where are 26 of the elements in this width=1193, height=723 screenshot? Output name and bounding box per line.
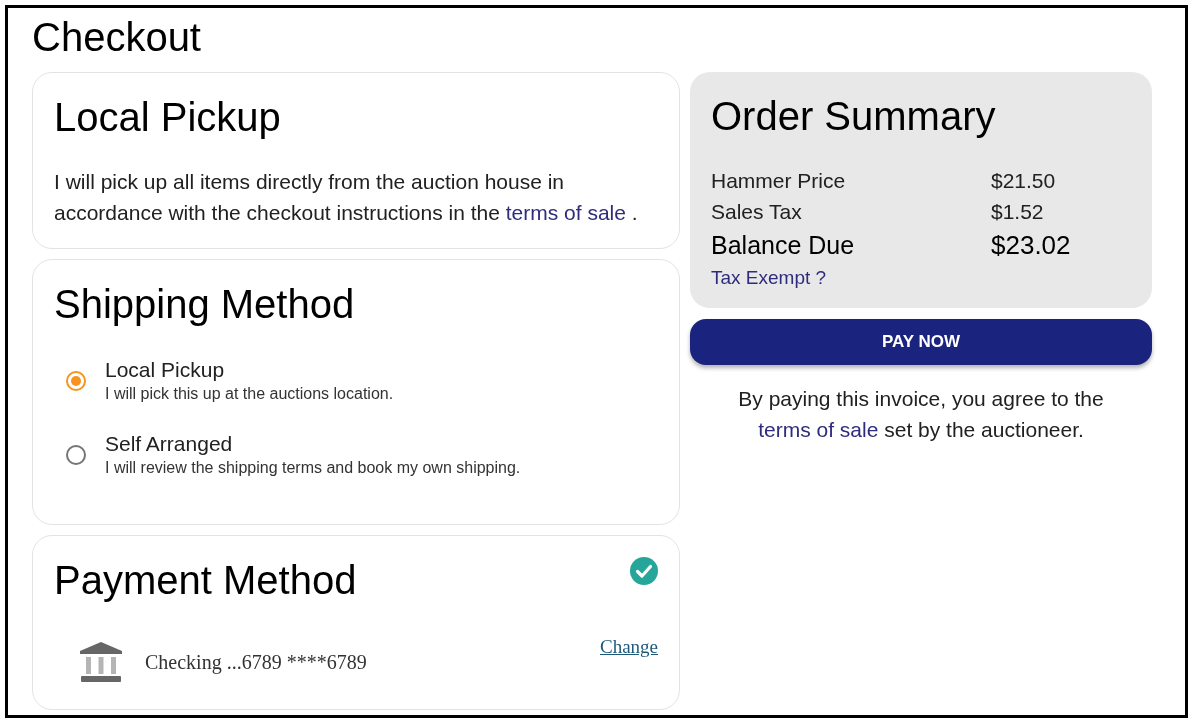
card-title: Local Pickup	[54, 94, 281, 141]
pickup-text: I will pick up all items directly from the auction house in accordance with the checkout instructions in the terms of sale .	[54, 169, 639, 226]
summary-label: Balance Due	[711, 230, 855, 261]
tax-exempt-link[interactable]: Tax Exempt ?	[711, 263, 827, 293]
radio-button[interactable]	[66, 371, 86, 391]
summary-value: $21.50	[991, 168, 1056, 194]
summary-label: Hammer Price	[711, 168, 846, 194]
terms-of-sale-link[interactable]: terms of sale	[758, 418, 879, 441]
bank-icon	[80, 642, 122, 682]
option-label: Local Pickup	[105, 358, 225, 382]
page-title: Checkout	[32, 14, 201, 61]
summary-label: Sales Tax	[711, 199, 802, 225]
option-description: I will review the shipping terms and book my own shipping.	[105, 458, 521, 478]
change-link[interactable]: Change	[599, 635, 658, 659]
summary-value: $23.02	[991, 229, 1071, 262]
option-label: Self Arranged	[105, 432, 233, 456]
account-text: Checking ...6789 ****6789	[145, 650, 367, 674]
card-title: Shipping Method	[54, 281, 355, 328]
option-description: I will pick this up at the auctions location.	[105, 384, 394, 404]
agreement-text: By paying this invoice, you agree to the terms of sale set by the auctioneer.	[737, 386, 1105, 443]
summary-value: $1.52	[991, 199, 1044, 225]
panel-title: Order Summary	[711, 93, 996, 140]
terms-of-sale-link[interactable]: terms of sale	[505, 201, 626, 224]
radio-button[interactable]	[66, 445, 86, 465]
card-title: Payment Method	[54, 557, 357, 604]
pay-now-button[interactable]: PAY NOW	[690, 319, 1152, 365]
